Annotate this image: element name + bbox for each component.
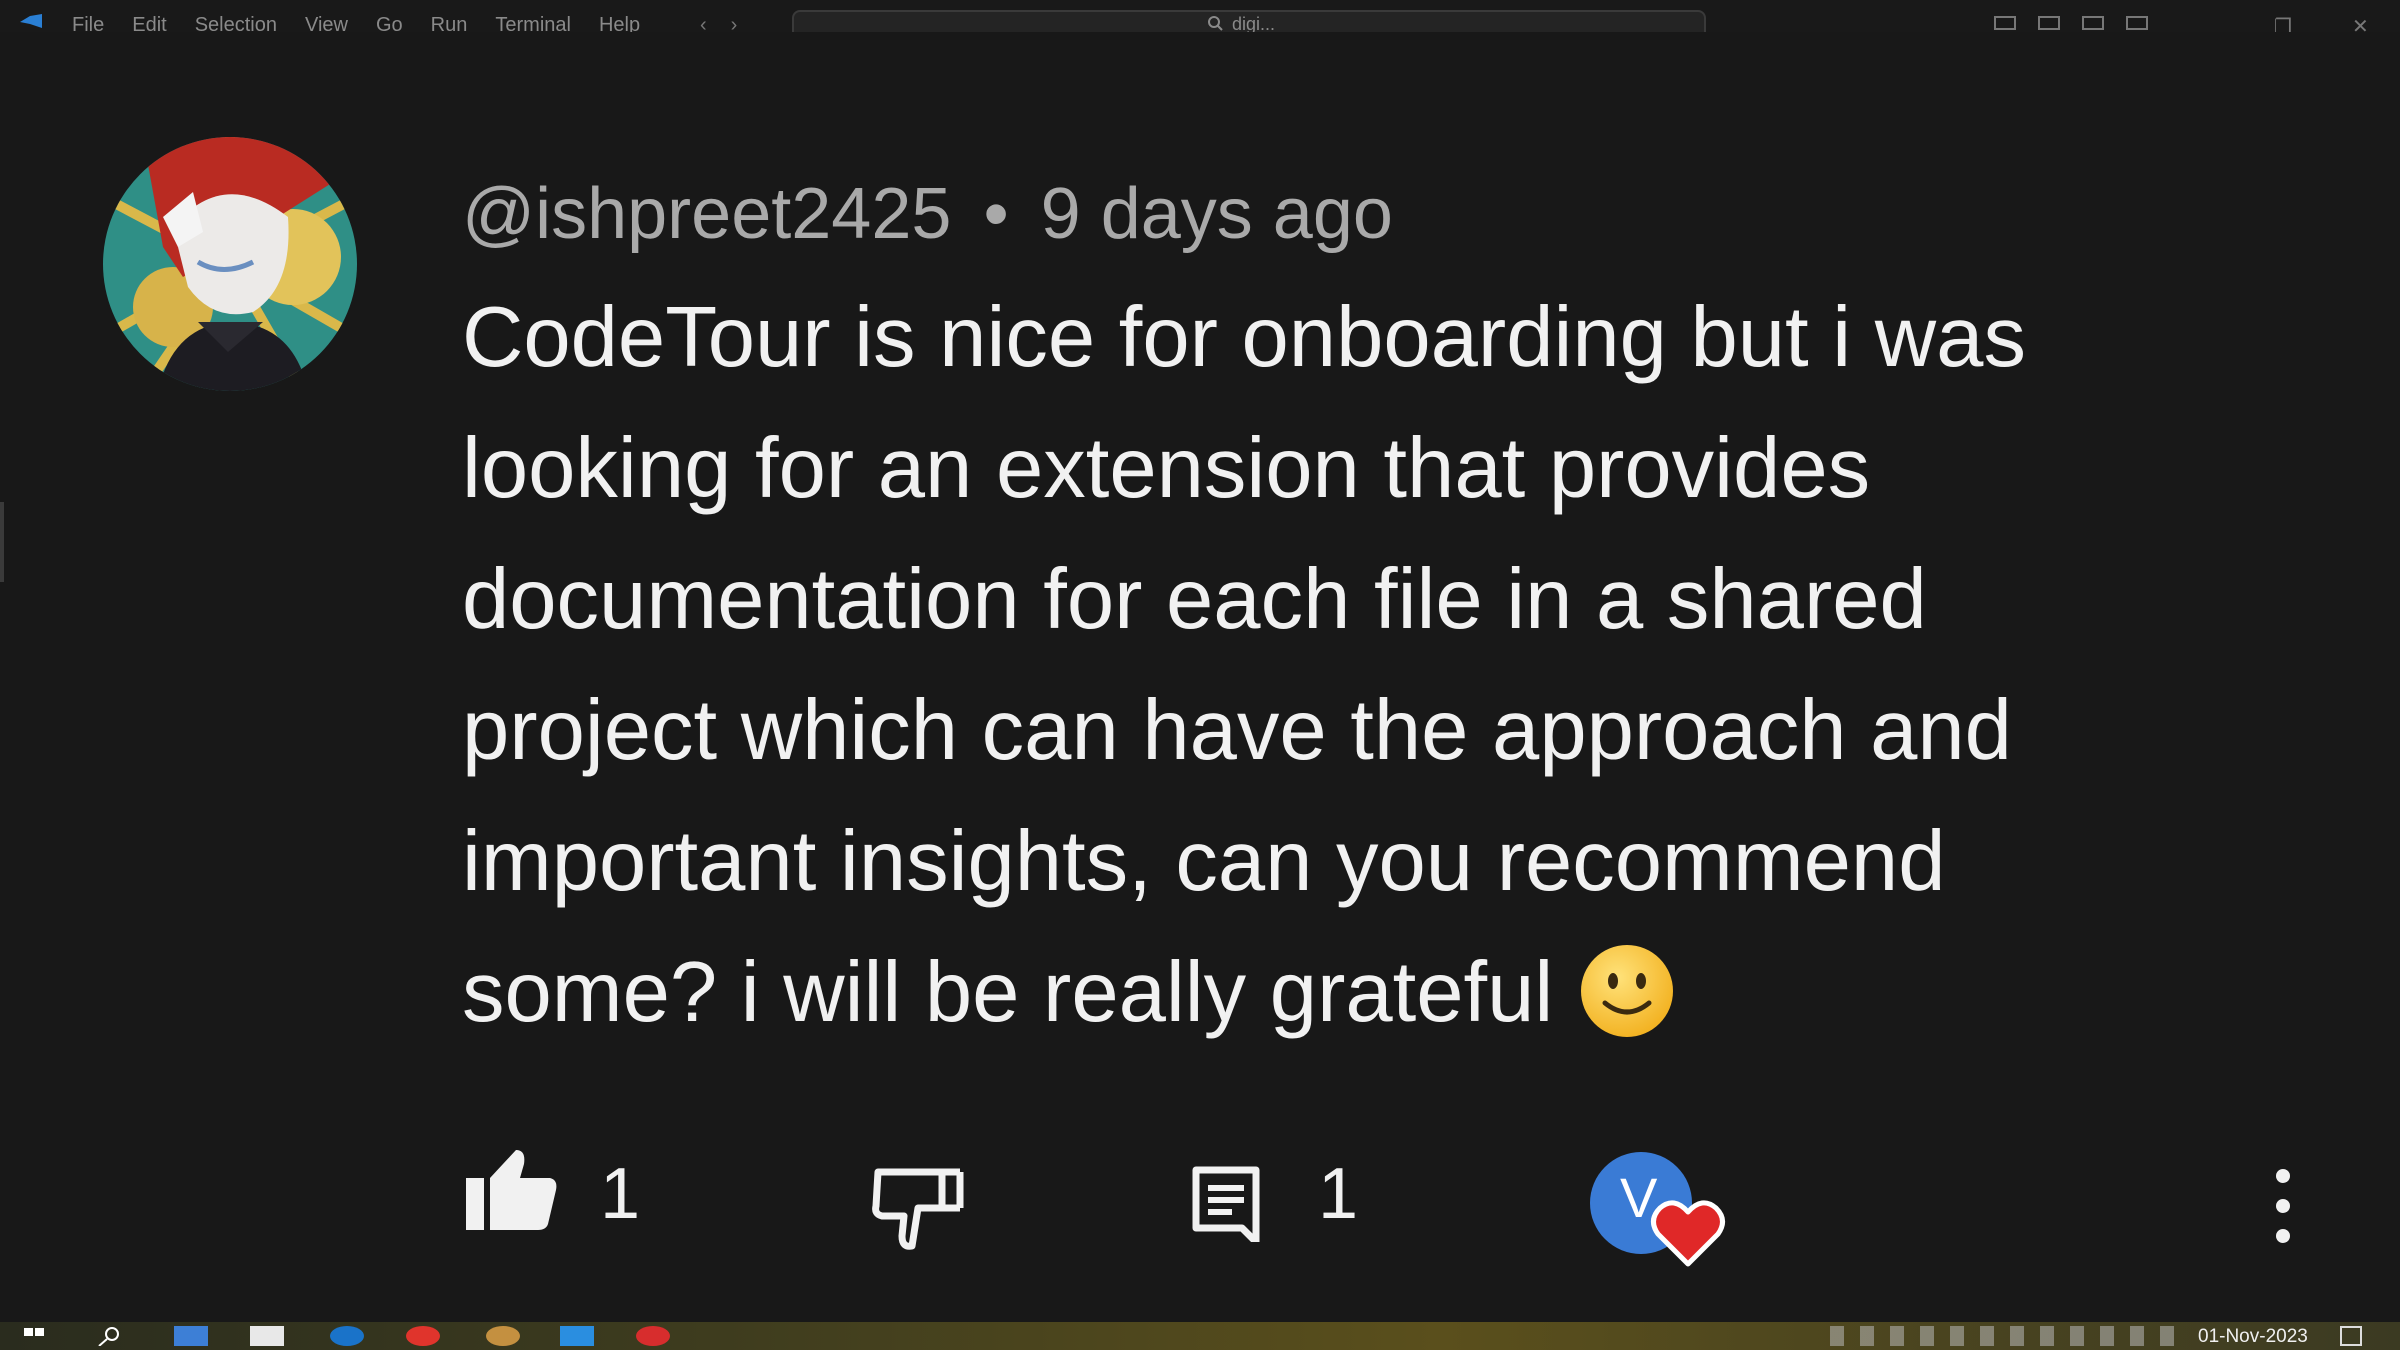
comment-line: some? i will be really grateful <box>462 945 1554 1040</box>
comment-line: documentation for each file in a shared <box>462 552 1927 647</box>
menu-item-terminal[interactable]: Terminal <box>495 14 571 32</box>
comment-card: @ishpreet2425 • 9 days ago CodeTour is n… <box>0 32 2400 1322</box>
edge-icon[interactable] <box>330 1326 364 1346</box>
author-handle[interactable]: @ishpreet2425 <box>462 174 951 254</box>
like-count: 1 <box>600 1154 641 1234</box>
meta-separator: • <box>983 174 1009 254</box>
comment-actions: 1 1 V <box>0 1112 2400 1267</box>
comment-line-last: some? i will be really grateful <box>462 927 2222 1058</box>
dislike-icon[interactable] <box>872 1166 966 1250</box>
like-icon[interactable] <box>464 1148 558 1232</box>
restore-window-icon[interactable]: ❐ <box>2274 14 2292 32</box>
author-avatar[interactable] <box>103 137 357 391</box>
search-icon <box>1208 16 1223 31</box>
menu-item-run[interactable]: Run <box>431 14 468 32</box>
slightly-smiling-face-icon <box>1581 945 1674 1037</box>
toggle-secondary-sidebar-icon[interactable] <box>2082 16 2104 30</box>
toggle-panel-icon[interactable] <box>2038 16 2060 30</box>
store-icon[interactable] <box>250 1326 284 1346</box>
close-window-icon[interactable]: ✕ <box>2352 14 2369 32</box>
menu-item-edit[interactable]: Edit <box>132 14 166 32</box>
app-icon[interactable] <box>486 1326 520 1346</box>
creator-heart[interactable]: V <box>1590 1152 1726 1278</box>
nav-arrows[interactable]: ‹› <box>700 14 761 32</box>
file-explorer-icon[interactable] <box>174 1326 208 1346</box>
system-tray[interactable] <box>1830 1326 2190 1346</box>
comment-line: important insights, can you recommend <box>462 814 1946 909</box>
toggle-primary-sidebar-icon[interactable] <box>1994 16 2016 30</box>
menu-item-selection[interactable]: Selection <box>195 14 277 32</box>
command-center-text: digi... <box>1232 14 1276 32</box>
start-icon[interactable] <box>24 1326 46 1346</box>
recorder-icon[interactable] <box>636 1326 670 1346</box>
comment-line: project which can have the approach and <box>462 683 2012 778</box>
comment-line: CodeTour is nice for onboarding but i wa… <box>462 290 2026 385</box>
menu-item-file[interactable]: File <box>72 14 104 32</box>
customize-layout-icon[interactable] <box>2126 16 2148 30</box>
heart-icon <box>1651 1200 1725 1267</box>
notifications-icon[interactable] <box>2340 1326 2362 1346</box>
menu-bar: File Edit Selection View Go Run Terminal… <box>72 14 640 32</box>
window-titlebar: File Edit Selection View Go Run Terminal… <box>0 0 2400 32</box>
chrome-icon[interactable] <box>406 1326 440 1346</box>
more-options-icon[interactable] <box>2268 1166 2298 1246</box>
comment-text: CodeTour is nice for onboarding but i wa… <box>462 272 2222 1058</box>
comment-timestamp[interactable]: 9 days ago <box>1041 174 1393 254</box>
comment-meta: @ishpreet2425 • 9 days ago <box>462 172 1393 256</box>
window-edge <box>0 502 4 582</box>
layout-controls <box>1994 16 2148 30</box>
taskbar-date[interactable]: 01-Nov-2023 <box>2198 1326 2308 1348</box>
vscode-logo-icon <box>20 14 42 28</box>
comment-line: looking for an extension that provides <box>462 421 1871 516</box>
os-taskbar: 01-Nov-2023 <box>0 1322 2400 1350</box>
menu-item-view[interactable]: View <box>305 14 348 32</box>
vscode-taskbar-icon[interactable] <box>560 1326 594 1346</box>
search-icon[interactable] <box>94 1326 124 1346</box>
menu-item-help[interactable]: Help <box>599 14 640 32</box>
menu-item-go[interactable]: Go <box>376 14 403 32</box>
reply-count: 1 <box>1318 1154 1359 1234</box>
reply-icon[interactable] <box>1192 1166 1260 1242</box>
